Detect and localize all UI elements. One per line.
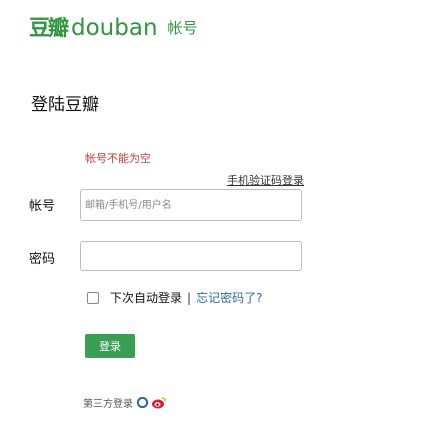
- phone-login-link[interactable]: 手机验证码登录: [227, 172, 304, 188]
- password-input[interactable]: [80, 241, 302, 271]
- account-input[interactable]: [80, 189, 302, 221]
- remember-label[interactable]: 下次自动登录: [110, 289, 182, 306]
- logo-account-text: 帐号: [167, 18, 198, 37]
- password-label: 密码: [29, 252, 56, 267]
- remember-row: 下次自动登录 | 忘记密码了?: [87, 289, 262, 306]
- remember-checkbox[interactable]: [87, 291, 99, 304]
- separator: |: [187, 290, 192, 305]
- logo-en-text: douban: [71, 14, 158, 41]
- page-title: 登陆豆瓣: [31, 95, 99, 115]
- account-label: 帐号: [29, 199, 56, 214]
- douban-logo[interactable]: 豆瓣 douban 帐号: [29, 10, 198, 46]
- third-party-label: 第三方登录: [83, 399, 133, 410]
- logo-cn-text: 豆瓣: [29, 15, 69, 40]
- qq-icon[interactable]: [136, 396, 149, 409]
- error-message: 帐号不能为空: [85, 152, 151, 165]
- forgot-password-link[interactable]: 忘记密码了?: [196, 289, 262, 306]
- weibo-icon[interactable]: [151, 396, 167, 410]
- third-party-login: 第三方登录: [83, 395, 167, 410]
- login-button[interactable]: 登录: [85, 334, 135, 358]
